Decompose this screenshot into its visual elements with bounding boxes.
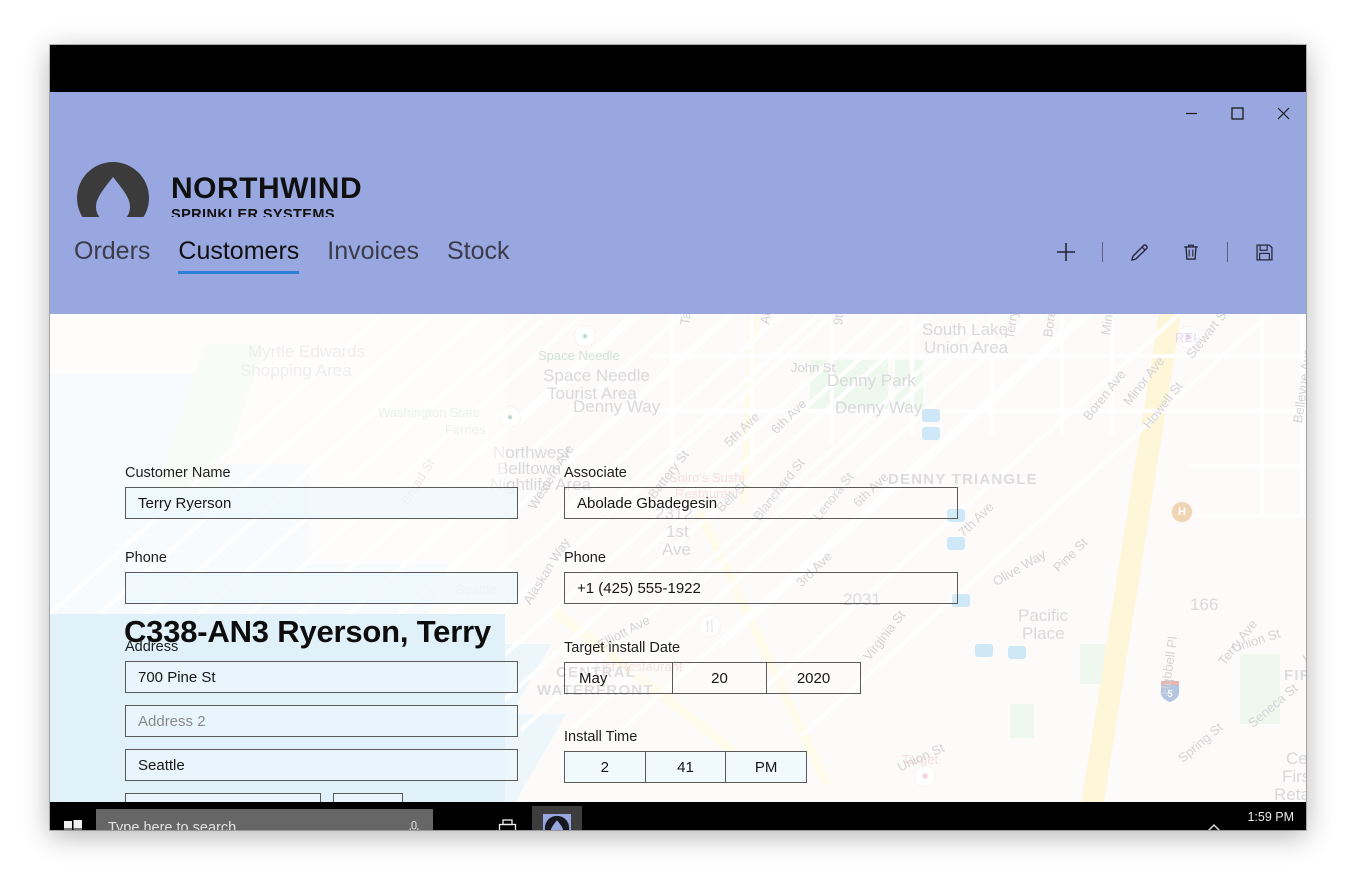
associate-input[interactable]: Abolade Gbadegesin bbox=[564, 487, 958, 519]
close-button[interactable] bbox=[1260, 92, 1306, 134]
close-icon bbox=[1277, 107, 1289, 119]
floppy-disk-icon bbox=[1255, 243, 1273, 261]
taskbar-clock[interactable]: 1:59 PM 5/20/2020 bbox=[1238, 808, 1306, 830]
chevron-up-icon bbox=[1207, 823, 1221, 830]
state-select[interactable]: WA bbox=[333, 793, 403, 802]
date-month-field[interactable]: May bbox=[565, 663, 672, 693]
add-button[interactable] bbox=[1040, 231, 1092, 273]
desktop-background-top bbox=[50, 45, 1306, 92]
phone-left-input[interactable] bbox=[125, 572, 518, 604]
printer-taskbar-icon[interactable] bbox=[485, 809, 530, 830]
system-tray: 1:59 PM 5/20/2020 bbox=[1190, 802, 1306, 830]
address-input[interactable]: 700 Pine St bbox=[125, 661, 518, 693]
zip-input[interactable]: 98101 bbox=[125, 793, 321, 802]
edit-button[interactable] bbox=[1113, 231, 1165, 273]
tab-orders[interactable]: Orders bbox=[74, 237, 150, 274]
water-drop-logo bbox=[543, 813, 571, 830]
show-hidden-icons-button[interactable] bbox=[1190, 802, 1238, 830]
tab-invoices[interactable]: Invoices bbox=[327, 237, 419, 274]
windows-taskbar: Type here to search 1:59 PM bbox=[50, 802, 1306, 830]
content-area: ● ● ■ H ■ 🍴 5 Space NeedleSp bbox=[50, 314, 1306, 802]
page-title: C338-AN3 Ryerson, Terry bbox=[124, 614, 491, 649]
address2-input[interactable]: Address 2 bbox=[125, 705, 518, 737]
target-install-date-label: Target install Date bbox=[564, 640, 681, 656]
delete-button[interactable] bbox=[1165, 231, 1217, 273]
desktop: NORTHWIND SPRINKLER SYSTEMS Orders Custo… bbox=[50, 45, 1306, 830]
minimize-icon bbox=[1185, 112, 1197, 114]
northwind-app-window: NORTHWIND SPRINKLER SYSTEMS Orders Custo… bbox=[50, 92, 1306, 802]
tab-customers[interactable]: Customers bbox=[178, 237, 299, 274]
record-toolbar bbox=[1040, 231, 1290, 273]
time-minute-field[interactable]: 41 bbox=[644, 752, 726, 782]
search-input[interactable]: Type here to search bbox=[108, 820, 407, 831]
brand-text: NORTHWIND SPRINKLER SYSTEMS bbox=[171, 173, 362, 224]
maximize-button[interactable] bbox=[1214, 92, 1260, 134]
pencil-icon bbox=[1130, 243, 1148, 261]
trash-icon bbox=[1184, 244, 1198, 260]
northwind-taskbar-icon[interactable] bbox=[532, 806, 582, 830]
time-meridiem-field[interactable]: PM bbox=[725, 752, 806, 782]
phone-right-input[interactable]: +1 (425) 555-1922 bbox=[564, 572, 958, 604]
date-day-field[interactable]: 20 bbox=[672, 663, 766, 693]
phone-right-label: Phone bbox=[564, 550, 606, 566]
clock-time: 1:59 PM bbox=[1247, 810, 1294, 825]
address-label: Address bbox=[125, 639, 179, 655]
toolbar-separator-1 bbox=[1102, 242, 1103, 262]
windows-start-icon bbox=[64, 819, 82, 830]
nav-tabs: Orders Customers Invoices Stock bbox=[74, 237, 538, 274]
brand-title: NORTHWIND bbox=[171, 171, 363, 205]
customer-detail-form: C338-AN3 Ryerson, Terry Customer Name Te… bbox=[50, 314, 1306, 802]
start-button[interactable] bbox=[50, 802, 96, 830]
tab-stock[interactable]: Stock bbox=[447, 237, 510, 274]
phone-left-label: Phone bbox=[125, 550, 167, 566]
customer-name-label: Customer Name bbox=[125, 465, 231, 481]
microphone-icon[interactable] bbox=[407, 820, 421, 831]
window-controls bbox=[1168, 92, 1306, 134]
install-time-label: Install Time bbox=[564, 729, 638, 745]
date-year-field[interactable]: 2020 bbox=[766, 663, 860, 693]
install-time-picker[interactable]: 2 41 PM bbox=[564, 751, 807, 783]
app-titlebar: NORTHWIND SPRINKLER SYSTEMS bbox=[50, 92, 1306, 234]
app-navbar: Orders Customers Invoices Stock bbox=[50, 217, 1306, 314]
taskbar-search-box[interactable]: Type here to search bbox=[96, 809, 433, 830]
time-hour-field[interactable]: 2 bbox=[565, 752, 645, 782]
clock-date: 5/20/2020 bbox=[1238, 828, 1294, 831]
save-button[interactable] bbox=[1238, 231, 1290, 273]
toolbar-separator-2 bbox=[1227, 242, 1228, 262]
city-input[interactable]: Seattle bbox=[125, 749, 518, 781]
associate-label: Associate bbox=[564, 465, 627, 481]
printer-icon bbox=[498, 818, 517, 830]
customer-name-input[interactable]: Terry Ryerson bbox=[125, 487, 518, 519]
maximize-icon bbox=[1230, 106, 1244, 120]
minimize-button[interactable] bbox=[1168, 92, 1214, 134]
plus-icon bbox=[1057, 243, 1075, 261]
target-install-date-picker[interactable]: May 20 2020 bbox=[564, 662, 861, 694]
